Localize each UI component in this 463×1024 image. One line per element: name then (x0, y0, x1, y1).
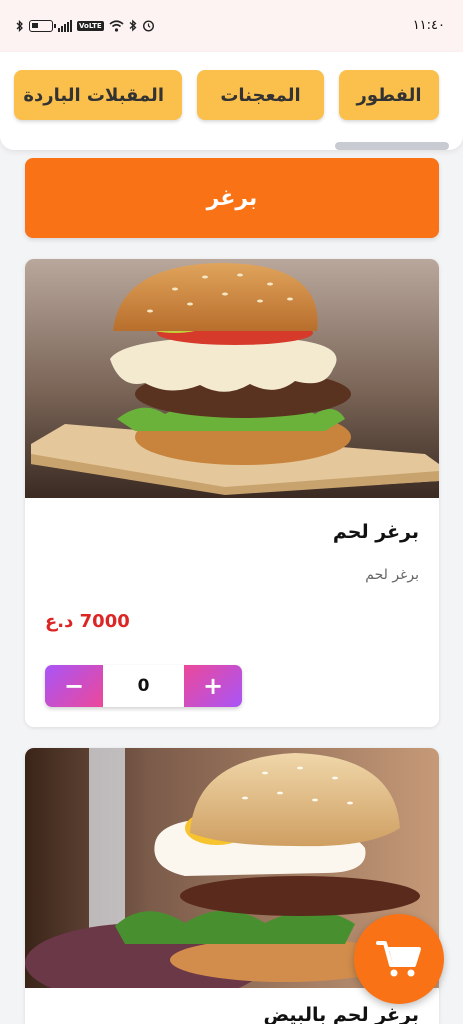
category-scrollbar[interactable] (335, 142, 449, 150)
volte-icon: VoLTE (77, 20, 104, 31)
status-bar: VoLTE ١١:٤٠ (0, 0, 463, 52)
signal-icon (58, 19, 72, 32)
bluetooth-icon (129, 19, 137, 32)
section-title: برغر (25, 158, 439, 238)
status-time: ١١:٤٠ (412, 18, 445, 33)
category-pastries[interactable]: المعجنات (197, 70, 324, 120)
burger-image (25, 259, 439, 498)
status-icons: VoLTE (16, 19, 155, 32)
quantity-stepper: − 0 + (45, 665, 242, 707)
cart-button[interactable] (354, 914, 444, 1004)
decrease-quantity-button[interactable]: − (45, 665, 103, 707)
battery-icon (29, 19, 56, 32)
menu-item-card[interactable]: برغر لحم برغر لحم 7000 د.ع − 0 + (25, 259, 439, 727)
category-bar: الفطور المعجنات المقبلات الباردة (0, 52, 463, 150)
wifi-icon (109, 19, 124, 32)
item-name: برغر لحم (332, 521, 419, 543)
bluetooth-icon (16, 19, 23, 32)
item-description: برغر لحم (365, 567, 419, 583)
quantity-value: 0 (103, 665, 184, 707)
category-cold-appetizers[interactable]: المقبلات الباردة (14, 70, 182, 120)
increase-quantity-button[interactable]: + (184, 665, 242, 707)
item-price: 7000 د.ع (45, 611, 130, 632)
category-breakfast[interactable]: الفطور (339, 70, 439, 120)
alarm-icon (142, 20, 154, 32)
item-name: برغر لحم بالبيض (263, 1004, 419, 1024)
shopping-cart-icon (376, 941, 421, 977)
